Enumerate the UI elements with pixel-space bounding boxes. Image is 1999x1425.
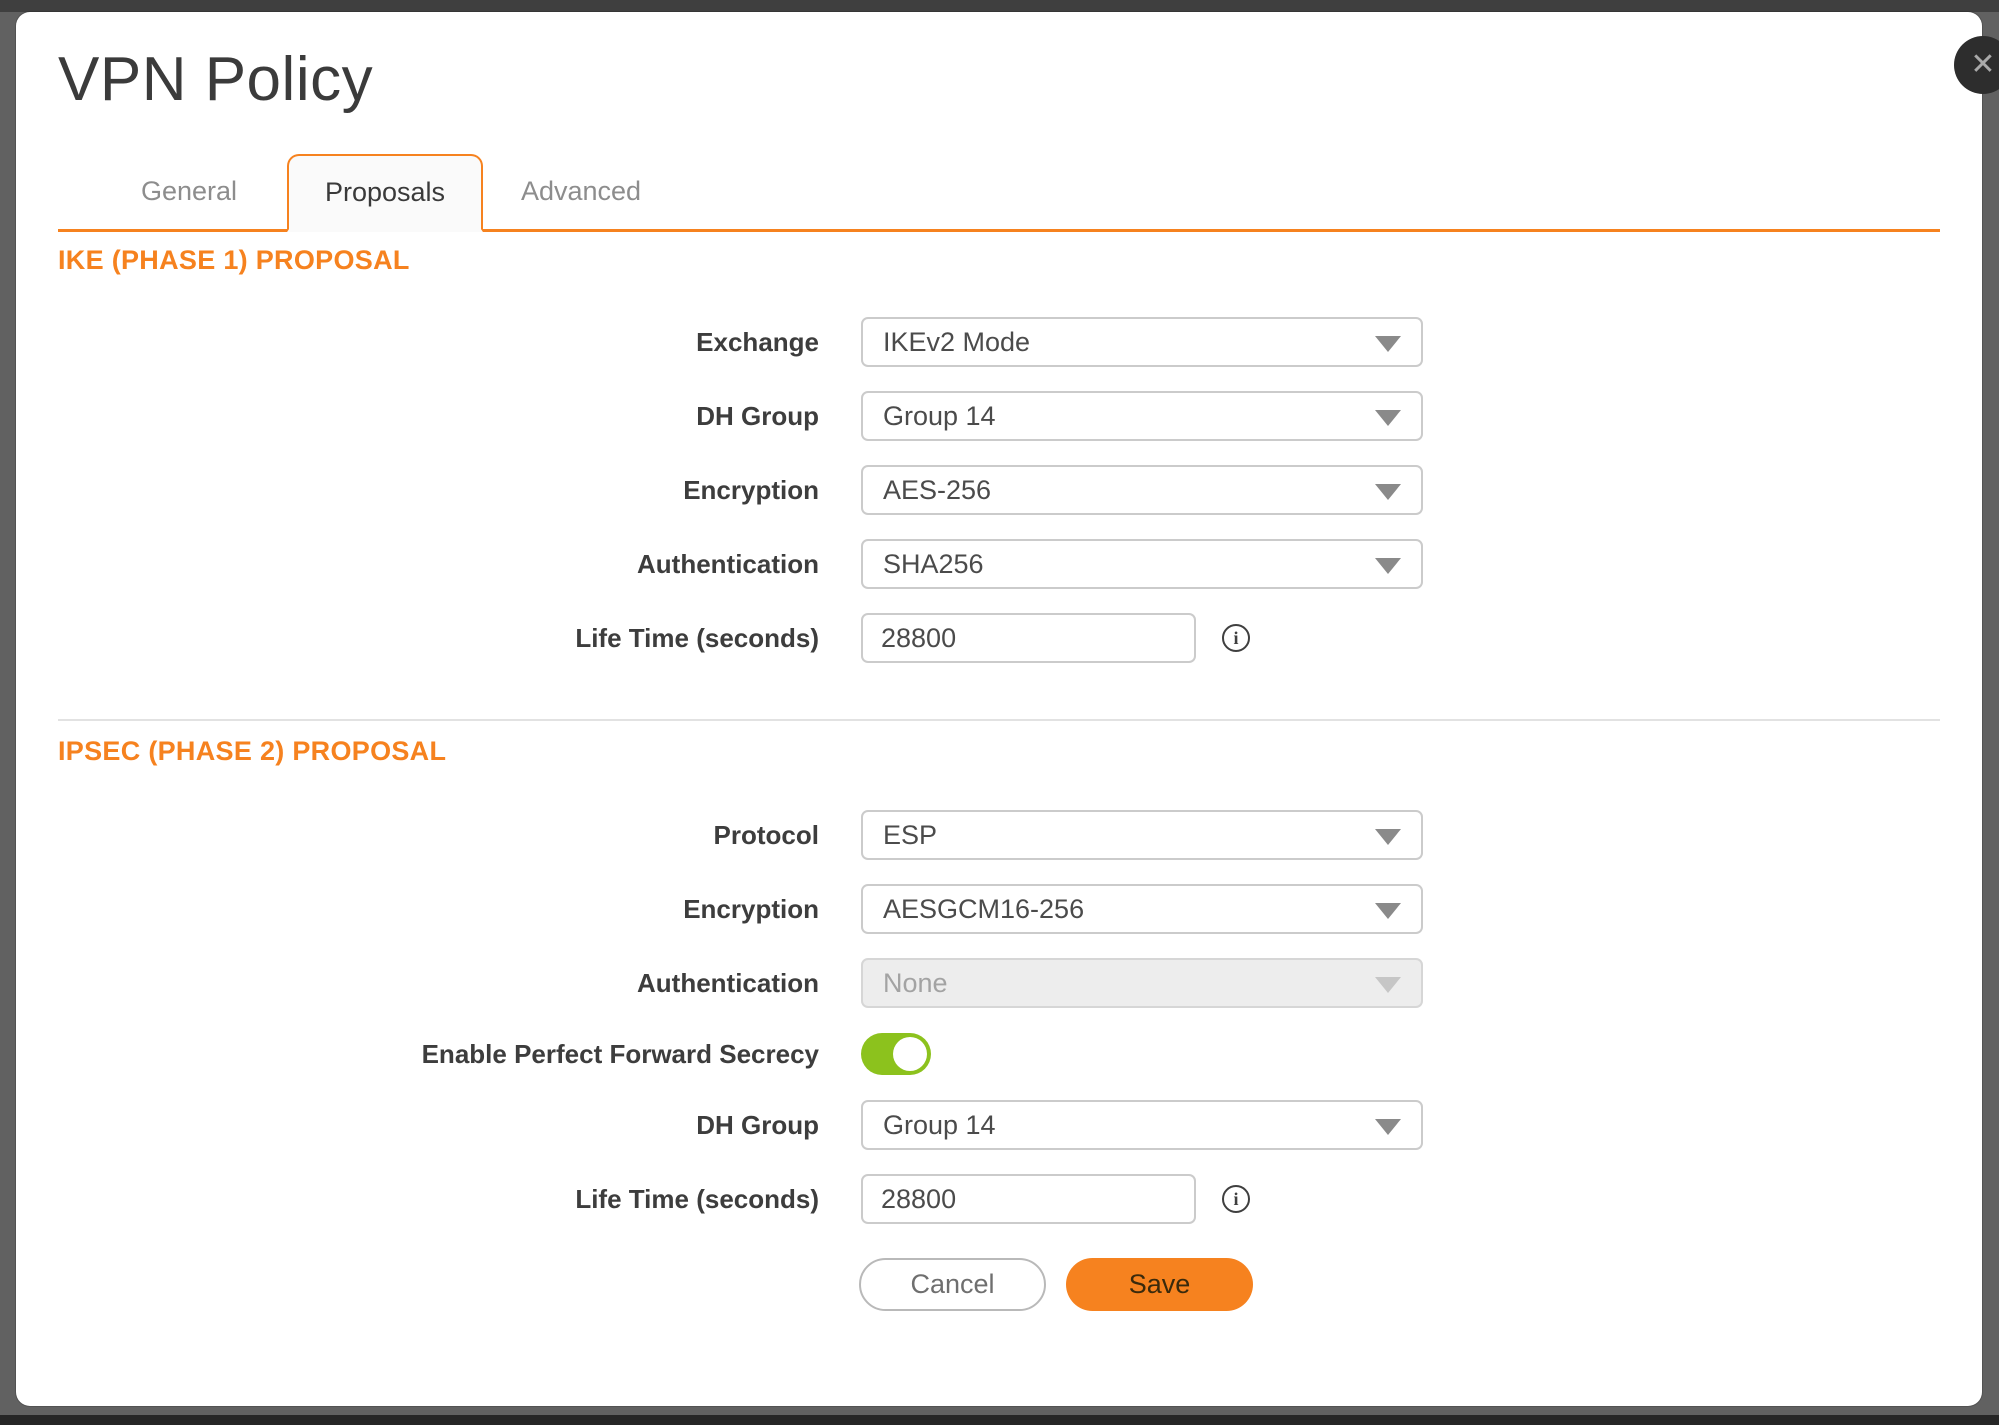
chevron-down-icon xyxy=(1375,903,1401,919)
chevron-down-icon xyxy=(1375,484,1401,500)
chevron-down-icon xyxy=(1375,829,1401,845)
ipsec-authentication-select: None xyxy=(861,958,1423,1008)
ipsec-dh-group-row: DH Group Group 14 xyxy=(58,1100,1940,1150)
encryption-label: Encryption xyxy=(58,475,819,506)
close-icon: ✕ xyxy=(1970,48,1995,81)
tab-bar: General Proposals Advanced xyxy=(58,154,1940,232)
encryption-row: Encryption AES-256 xyxy=(58,465,1940,515)
ipsec-lifetime-input[interactable] xyxy=(861,1174,1196,1224)
protocol-label: Protocol xyxy=(58,820,819,851)
lifetime-input[interactable] xyxy=(861,613,1196,663)
chevron-down-icon xyxy=(1375,336,1401,352)
protocol-select[interactable]: ESP xyxy=(861,810,1423,860)
encryption-select-value: AES-256 xyxy=(883,475,991,506)
window-top-edge xyxy=(0,0,1999,12)
authentication-select[interactable]: SHA256 xyxy=(861,539,1423,589)
ipsec-lifetime-label: Life Time (seconds) xyxy=(58,1184,819,1215)
pfs-row: Enable Perfect Forward Secrecy xyxy=(58,1032,1940,1076)
pfs-label: Enable Perfect Forward Secrecy xyxy=(58,1039,819,1070)
ipsec-dh-group-select[interactable]: Group 14 xyxy=(861,1100,1423,1150)
section-divider xyxy=(58,719,1940,721)
ipsec-dh-group-label: DH Group xyxy=(58,1110,819,1141)
vpn-policy-dialog: VPN Policy General Proposals Advanced IK… xyxy=(16,12,1982,1406)
dialog-footer: Cancel Save xyxy=(58,1258,1940,1311)
chevron-down-icon xyxy=(1375,558,1401,574)
section-heading-ike-phase1: IKE (PHASE 1) PROPOSAL xyxy=(58,246,1940,274)
exchange-row: Exchange IKEv2 Mode xyxy=(58,317,1940,367)
exchange-select-value: IKEv2 Mode xyxy=(883,327,1030,358)
chevron-down-icon xyxy=(1375,1119,1401,1135)
protocol-select-value: ESP xyxy=(883,820,937,851)
authentication-label: Authentication xyxy=(58,549,819,580)
ipsec-authentication-label: Authentication xyxy=(58,968,819,999)
ipsec-authentication-select-value: None xyxy=(883,968,948,999)
lifetime-label: Life Time (seconds) xyxy=(58,623,819,654)
tab-general[interactable]: General xyxy=(91,154,287,229)
dh-group-label: DH Group xyxy=(58,401,819,432)
ipsec-encryption-select-value: AESGCM16-256 xyxy=(883,894,1084,925)
tab-advanced[interactable]: Advanced xyxy=(483,154,679,229)
info-icon[interactable]: i xyxy=(1222,624,1250,652)
toggle-knob xyxy=(893,1037,927,1071)
ipsec-encryption-row: Encryption AESGCM16-256 xyxy=(58,884,1940,934)
section-heading-ipsec-phase2: IPSEC (PHASE 2) PROPOSAL xyxy=(58,737,1940,765)
pfs-toggle[interactable] xyxy=(861,1033,931,1075)
ipsec-encryption-label: Encryption xyxy=(58,894,819,925)
page-title: VPN Policy xyxy=(58,44,1940,115)
encryption-select[interactable]: AES-256 xyxy=(861,465,1423,515)
ipsec-lifetime-row: Life Time (seconds) i xyxy=(58,1174,1940,1224)
chevron-down-icon xyxy=(1375,410,1401,426)
exchange-label: Exchange xyxy=(58,327,819,358)
authentication-select-value: SHA256 xyxy=(883,549,984,580)
save-button[interactable]: Save xyxy=(1066,1258,1253,1311)
exchange-select[interactable]: IKEv2 Mode xyxy=(861,317,1423,367)
tab-proposals[interactable]: Proposals xyxy=(287,154,483,232)
protocol-row: Protocol ESP xyxy=(58,810,1940,860)
chevron-down-icon xyxy=(1375,977,1401,993)
cancel-button[interactable]: Cancel xyxy=(859,1258,1046,1311)
info-icon[interactable]: i xyxy=(1222,1185,1250,1213)
window-bottom-edge xyxy=(0,1415,1999,1425)
ipsec-authentication-row: Authentication None xyxy=(58,958,1940,1008)
lifetime-row: Life Time (seconds) i xyxy=(58,613,1940,663)
ipsec-encryption-select[interactable]: AESGCM16-256 xyxy=(861,884,1423,934)
dh-group-row: DH Group Group 14 xyxy=(58,391,1940,441)
authentication-row: Authentication SHA256 xyxy=(58,539,1940,589)
dh-group-select-value: Group 14 xyxy=(883,401,996,432)
ipsec-dh-group-select-value: Group 14 xyxy=(883,1110,996,1141)
dh-group-select[interactable]: Group 14 xyxy=(861,391,1423,441)
